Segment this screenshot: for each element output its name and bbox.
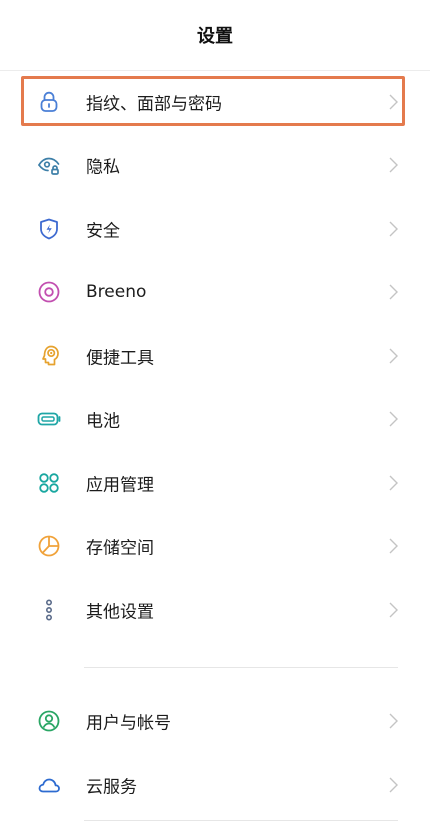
settings-item-label: 应用管理: [86, 475, 154, 496]
chevron-right-icon: [388, 410, 400, 428]
divider: [84, 820, 398, 821]
chevron-right-icon: [388, 712, 400, 730]
chevron-right-icon: [388, 601, 400, 619]
settings-item-label: 便捷工具: [86, 348, 154, 369]
settings-item-label: 用户与帐号: [86, 713, 171, 734]
chevron-right-icon: [388, 283, 400, 301]
page-title: 设置: [197, 26, 233, 47]
settings-item-other-settings[interactable]: 其他设置: [0, 578, 430, 642]
privacy-eye-icon: [36, 152, 62, 178]
page-header: 设置: [0, 0, 430, 70]
shield-icon: [36, 216, 62, 242]
storage-pie-icon: [36, 533, 62, 559]
settings-list: 指纹、面部与密码 隐私 安全 Breeno 便捷工具 电池 应用管理 存储空间 …: [0, 70, 430, 817]
user-icon: [36, 708, 62, 734]
settings-item-label: 存储空间: [86, 538, 154, 559]
cloud-icon: [36, 772, 62, 798]
settings-item-users-accounts[interactable]: 用户与帐号: [0, 690, 430, 754]
settings-item-breeno[interactable]: Breeno: [0, 261, 430, 325]
chevron-right-icon: [388, 537, 400, 555]
chevron-right-icon: [388, 776, 400, 794]
more-dots-icon: [36, 597, 62, 623]
settings-item-cloud-service[interactable]: 云服务: [0, 753, 430, 817]
lock-icon: [36, 89, 62, 115]
settings-item-label: 指纹、面部与密码: [86, 94, 222, 115]
chevron-right-icon: [388, 156, 400, 174]
divider: [84, 666, 398, 668]
settings-item-label: 云服务: [86, 777, 137, 798]
group-separator: [0, 642, 430, 690]
battery-icon: [36, 406, 62, 432]
settings-item-label: 隐私: [86, 157, 120, 178]
breeno-icon: [36, 279, 62, 305]
settings-item-convenience-tools[interactable]: 便捷工具: [0, 324, 430, 388]
settings-item-battery[interactable]: 电池: [0, 388, 430, 452]
chevron-right-icon: [388, 347, 400, 365]
settings-item-fingerprint-face-password[interactable]: 指纹、面部与密码: [0, 70, 430, 134]
settings-item-app-management[interactable]: 应用管理: [0, 451, 430, 515]
settings-item-label: 其他设置: [86, 602, 154, 623]
settings-item-label: 电池: [86, 411, 120, 432]
settings-item-privacy[interactable]: 隐私: [0, 134, 430, 198]
apps-grid-icon: [36, 470, 62, 496]
assistant-head-icon: [36, 343, 62, 369]
chevron-right-icon: [388, 93, 400, 111]
chevron-right-icon: [388, 220, 400, 238]
chevron-right-icon: [388, 474, 400, 492]
settings-item-security[interactable]: 安全: [0, 197, 430, 261]
settings-item-label: 安全: [86, 221, 120, 242]
settings-item-storage[interactable]: 存储空间: [0, 515, 430, 579]
settings-item-label: Breeno: [86, 282, 147, 303]
